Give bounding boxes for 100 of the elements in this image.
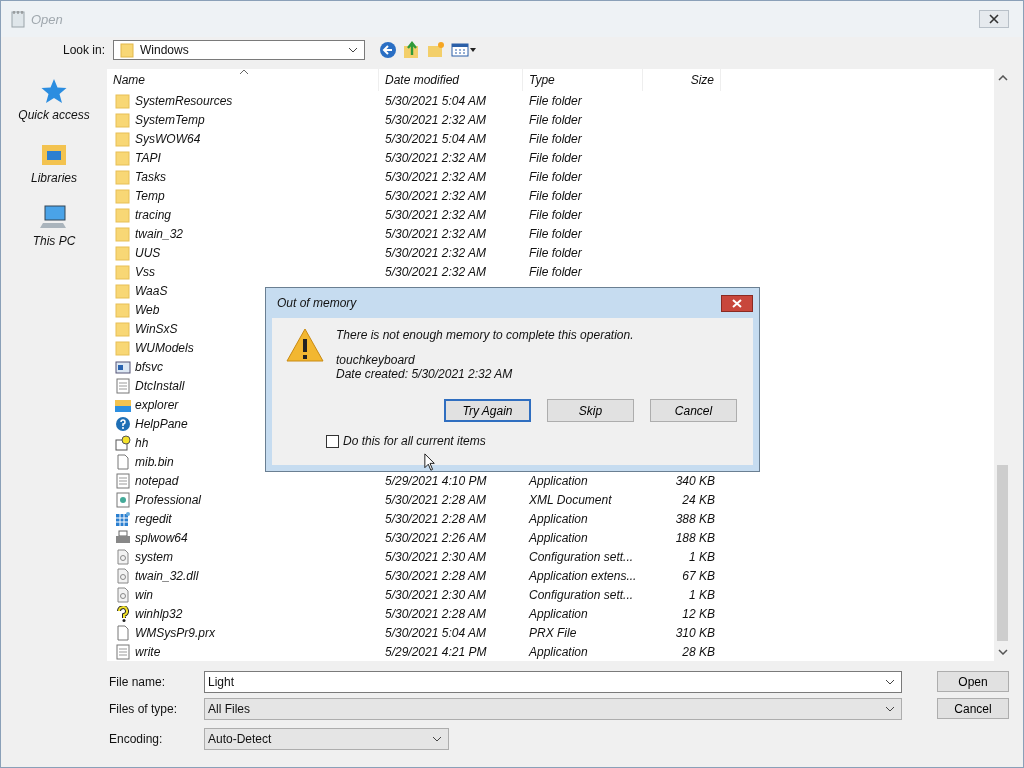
scrollbar-thumb[interactable] (997, 465, 1008, 641)
file-name-cell[interactable]: TAPI (107, 149, 379, 166)
file-name-cell[interactable]: Professional (107, 491, 379, 508)
folder-icon (115, 263, 131, 280)
folder-icon (115, 301, 131, 318)
file-name-cell[interactable]: system (107, 548, 379, 565)
file-name-cell[interactable]: SysWOW64 (107, 130, 379, 147)
file-name-cell[interactable]: twain_32.dll (107, 567, 379, 584)
type-cell-text: Application (527, 530, 589, 545)
folder-icon (115, 225, 131, 242)
scroll-down-icon[interactable] (997, 649, 1008, 655)
checkbox-option[interactable]: Do this for all current items (326, 434, 486, 448)
file-icon (115, 548, 131, 565)
file-name-cell[interactable]: winhlp32 (107, 605, 379, 622)
date-cell-text: 5/30/2021 2:28 AM (384, 568, 487, 583)
type-cell-text: Application (527, 511, 589, 526)
file-name-cell[interactable]: HelpPane (107, 415, 379, 432)
folder-icon (115, 187, 131, 204)
file-name-cell[interactable]: Vss (107, 263, 379, 280)
dialog-button[interactable]: Cancel (937, 698, 1009, 719)
view-menu-icon[interactable] (451, 42, 478, 58)
item-name: touchkeyboard (336, 353, 416, 367)
column-header[interactable]: Date modified (379, 69, 523, 91)
date-cell-text: 5/30/2021 2:32 AM (384, 150, 487, 165)
close-icon (732, 298, 742, 308)
dropdown[interactable]: All Files (204, 698, 902, 720)
close-icon (989, 14, 999, 24)
checkbox[interactable] (326, 434, 339, 448)
date-cell-text: 5/30/2021 2:28 AM (384, 606, 487, 621)
file-name-cell[interactable]: WUModels (107, 339, 379, 356)
file-name-cell[interactable]: twain_32 (107, 225, 379, 242)
type-cell-text: File folder (528, 188, 583, 203)
places-item[interactable]: Libraries (31, 140, 77, 185)
file-name-cell[interactable]: tracing (107, 206, 379, 223)
type-cell-text: Application (527, 606, 589, 621)
size-cell-text: 188 KB (674, 530, 716, 545)
sort-chevron-icon (239, 69, 249, 75)
places-item[interactable]: Quick access (18, 77, 90, 122)
file-name-cell[interactable]: Tasks (107, 168, 379, 185)
dialog-title: Out of memory (277, 296, 357, 310)
folder-icon (115, 320, 131, 337)
file-name-cell[interactable]: SystemResources (107, 92, 379, 109)
type-cell-text: File folder (528, 169, 583, 184)
type-cell-text: File folder (528, 112, 583, 127)
places-item[interactable]: This PC (32, 203, 76, 248)
size-cell-text: 1 KB (688, 587, 716, 602)
size-cell-text: 24 KB (681, 492, 716, 507)
size-cell-text: 340 KB (674, 473, 716, 488)
close-button[interactable] (721, 294, 753, 312)
file-name-cell[interactable]: write (107, 643, 379, 660)
date-cell-text: 5/30/2021 2:32 AM (384, 245, 487, 260)
column-header[interactable]: Type (523, 69, 643, 91)
file-name-cell[interactable]: WMSysPr9.prx (107, 624, 379, 641)
chevron-down-icon (885, 679, 895, 685)
file-name-field[interactable]: Light (204, 671, 902, 693)
computer-icon (40, 203, 68, 231)
file-name-cell[interactable]: regedit (107, 510, 379, 527)
scroll-up-icon[interactable] (997, 75, 1008, 81)
dialog-button[interactable]: Cancel (650, 399, 737, 422)
date-cell-text: 5/30/2021 2:32 AM (384, 264, 487, 279)
folder-icon (115, 168, 131, 185)
type-cell-text: File folder (528, 150, 583, 165)
column-header[interactable]: Name (107, 69, 379, 91)
folder-icon (115, 92, 131, 109)
window-title: Open (31, 11, 64, 27)
date-cell-text: 5/30/2021 2:28 AM (384, 511, 487, 526)
dialog-button[interactable]: Try Again (444, 399, 531, 422)
file-name-cell[interactable]: splwow64 (107, 529, 379, 546)
file-icon (115, 453, 131, 470)
date-cell-text: 5/30/2021 5:04 AM (384, 625, 487, 640)
file-name-cell[interactable]: SystemTemp (107, 111, 379, 128)
file-name-cell[interactable]: UUS (107, 244, 379, 261)
dialog-button[interactable]: Open (937, 671, 1009, 692)
file-name-cell[interactable]: mib.bin (107, 453, 379, 470)
file-name-cell[interactable]: notepad (107, 472, 379, 489)
folder-icon (120, 42, 135, 58)
document-icon (115, 472, 131, 489)
size-cell-text: 28 KB (681, 644, 716, 659)
column-header[interactable]: Size (643, 69, 721, 91)
file-name-cell[interactable]: explorer (107, 396, 379, 413)
file-name-cell[interactable]: win (107, 586, 379, 603)
size-cell-text: 67 KB (681, 568, 716, 583)
size-cell-text: 1 KB (688, 549, 716, 564)
window-icon (115, 358, 131, 375)
document-icon (115, 434, 131, 451)
file-name-cell[interactable]: WaaS (107, 282, 379, 299)
chevron-down-icon (432, 736, 442, 742)
dialog-button[interactable]: Skip (547, 399, 634, 422)
folder-icon (115, 282, 131, 299)
date-cell-text: 5/30/2021 2:30 AM (384, 587, 487, 602)
file-name-cell[interactable]: Temp (107, 187, 379, 204)
printer-icon (115, 529, 131, 546)
mouse-pointer-icon (424, 453, 436, 472)
dropdown[interactable]: Auto-Detect (204, 728, 449, 750)
type-cell-text: File folder (528, 131, 583, 146)
look-in-dropdown[interactable]: Windows (113, 40, 366, 60)
type-cell-text: XML Document (528, 492, 613, 507)
date-cell-text: 5/30/2021 2:32 AM (384, 226, 487, 241)
close-button[interactable] (979, 10, 1009, 28)
folder-icon (115, 149, 131, 166)
